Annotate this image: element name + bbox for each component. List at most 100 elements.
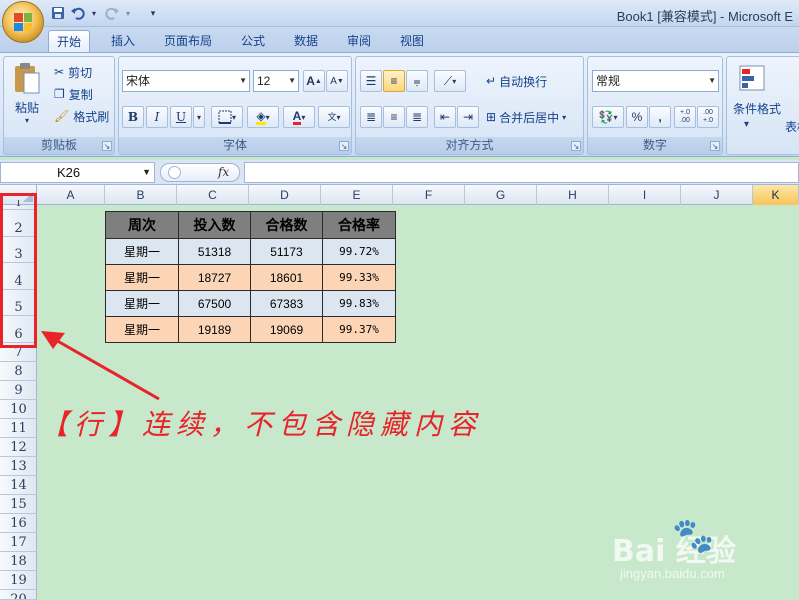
table-cell[interactable]: 67383 <box>250 290 323 317</box>
shrink-font-button[interactable]: A ▼ <box>326 70 348 92</box>
column-header[interactable]: C <box>177 185 249 205</box>
table-cell[interactable]: 51173 <box>250 238 323 265</box>
tab-insert[interactable]: 插入 <box>103 30 143 53</box>
chevron-down-icon[interactable]: ▾ <box>744 113 749 135</box>
tab-review[interactable]: 审阅 <box>339 30 379 53</box>
align-right-button[interactable]: ≣ <box>406 106 428 128</box>
row-header[interactable]: 16 <box>0 514 37 533</box>
row-header[interactable]: 13 <box>0 457 37 476</box>
wrap-text-button[interactable]: ↵ 自动换行 <box>486 70 547 92</box>
row-header[interactable]: 15 <box>0 495 37 514</box>
row-header[interactable]: 18 <box>0 552 37 571</box>
underline-button[interactable]: U <box>170 106 192 128</box>
paste-button[interactable]: 粘贴 ▾ <box>10 61 44 131</box>
underline-dropdown-icon[interactable]: ▾ <box>193 106 205 128</box>
align-top-button[interactable]: ☰ <box>360 70 382 92</box>
conditional-format-icon[interactable] <box>739 65 765 91</box>
row-header[interactable]: 8 <box>0 362 37 381</box>
number-format-select[interactable]: 常规 ▼ <box>592 70 719 92</box>
row-header[interactable]: 14 <box>0 476 37 495</box>
row-header[interactable]: 10 <box>0 400 37 419</box>
table-cell[interactable]: 99.37% <box>322 316 396 343</box>
alignment-launcher-icon[interactable]: ↘ <box>571 141 581 151</box>
decrease-decimal-button[interactable]: .00 +.0 <box>697 106 719 128</box>
table-cell[interactable]: 星期一 <box>105 290 179 317</box>
customize-qat-icon[interactable]: ▾ <box>145 5 161 21</box>
fill-color-button[interactable]: ◈ ▾ <box>247 106 279 128</box>
column-header-selected[interactable]: K <box>753 185 799 205</box>
redo-icon[interactable] <box>104 5 120 21</box>
table-cell[interactable]: 19069 <box>250 316 323 343</box>
table-header-cell[interactable]: 投入数 <box>178 211 251 239</box>
font-color-button[interactable]: A ▾ <box>283 106 315 128</box>
column-header[interactable]: E <box>321 185 393 205</box>
row-header[interactable]: 9 <box>0 381 37 400</box>
border-button[interactable]: ▾ <box>211 106 243 128</box>
column-header[interactable]: G <box>465 185 537 205</box>
tab-view[interactable]: 视图 <box>392 30 432 53</box>
decrease-indent-button[interactable]: ⇤ <box>434 106 456 128</box>
table-cell[interactable]: 星期一 <box>105 264 179 291</box>
table-cell[interactable]: 19189 <box>178 316 251 343</box>
align-left-button[interactable]: ≣ <box>360 106 382 128</box>
column-header[interactable]: I <box>609 185 681 205</box>
row-header[interactable]: 12 <box>0 438 37 457</box>
table-cell[interactable]: 51318 <box>178 238 251 265</box>
tab-home[interactable]: 开始 <box>48 30 91 53</box>
font-launcher-icon[interactable]: ↘ <box>339 141 349 151</box>
row-header[interactable]: 19 <box>0 571 37 590</box>
column-header[interactable]: F <box>393 185 465 205</box>
column-header[interactable]: H <box>537 185 609 205</box>
column-header[interactable]: J <box>681 185 753 205</box>
column-header[interactable]: D <box>249 185 321 205</box>
save-icon[interactable] <box>50 5 66 21</box>
grow-font-button[interactable]: A ▲ <box>303 70 325 92</box>
currency-button[interactable]: 💱 ▾ <box>592 106 624 128</box>
table-cell[interactable]: 99.72% <box>322 238 396 265</box>
table-header-cell[interactable]: 合格数 <box>250 211 323 239</box>
clipboard-launcher-icon[interactable]: ↘ <box>102 141 112 151</box>
phonetic-button[interactable]: 文 ▾ <box>318 106 350 128</box>
undo-dropdown-icon[interactable]: ▾ <box>86 5 102 21</box>
align-center-button[interactable]: ≡ <box>383 106 405 128</box>
formula-input[interactable] <box>244 162 799 183</box>
merge-center-button[interactable]: ⊞ 合并后居中 ▾ <box>486 106 566 128</box>
table-cell[interactable]: 18601 <box>250 264 323 291</box>
align-middle-button[interactable]: ≡ <box>383 70 405 92</box>
tab-data[interactable]: 数据 <box>286 30 326 53</box>
format-as-table-button[interactable]: 表格 <box>785 115 799 137</box>
table-header-cell[interactable]: 周次 <box>105 211 179 239</box>
font-size-select[interactable]: 12 ▼ <box>253 70 299 92</box>
copy-button[interactable]: ❐ 复制 <box>54 83 93 105</box>
insert-function-button[interactable]: fx <box>218 165 229 179</box>
number-launcher-icon[interactable]: ↘ <box>710 141 720 151</box>
office-button[interactable] <box>2 1 44 43</box>
row-header[interactable]: 11 <box>0 419 37 438</box>
name-box[interactable]: K26 ▼ <box>0 162 155 183</box>
table-header-cell[interactable]: 合格率 <box>322 211 396 239</box>
increase-decimal-button[interactable]: +.0 .00 <box>674 106 696 128</box>
table-cell[interactable]: 99.83% <box>322 290 396 317</box>
tab-page-layout[interactable]: 页面布局 <box>156 30 220 53</box>
table-cell[interactable]: 99.33% <box>322 264 396 291</box>
column-header[interactable]: B <box>105 185 177 205</box>
redo-dropdown-icon[interactable]: ▾ <box>120 5 136 21</box>
row-header[interactable]: 20 <box>0 590 37 600</box>
percent-button[interactable]: % <box>626 106 648 128</box>
row-header[interactable]: 17 <box>0 533 37 552</box>
conditional-format-button[interactable]: 条件格式 <box>733 97 781 119</box>
column-header[interactable]: A <box>37 185 105 205</box>
italic-button[interactable]: I <box>146 106 168 128</box>
table-cell[interactable]: 18727 <box>178 264 251 291</box>
table-cell[interactable]: 星期一 <box>105 238 179 265</box>
tab-formulas[interactable]: 公式 <box>233 30 273 53</box>
font-name-select[interactable]: 宋体 ▼ <box>122 70 250 92</box>
align-bottom-button[interactable]: ⩦ <box>406 70 428 92</box>
orientation-button[interactable]: ⟋ ▾ <box>434 70 466 92</box>
cut-button[interactable]: ✂ 剪切 <box>54 61 92 83</box>
table-cell[interactable]: 67500 <box>178 290 251 317</box>
bold-button[interactable]: B <box>122 106 144 128</box>
format-painter-button[interactable]: 🖌 格式刷 <box>54 105 109 127</box>
increase-indent-button[interactable]: ⇥ <box>457 106 479 128</box>
undo-icon[interactable] <box>70 5 86 21</box>
